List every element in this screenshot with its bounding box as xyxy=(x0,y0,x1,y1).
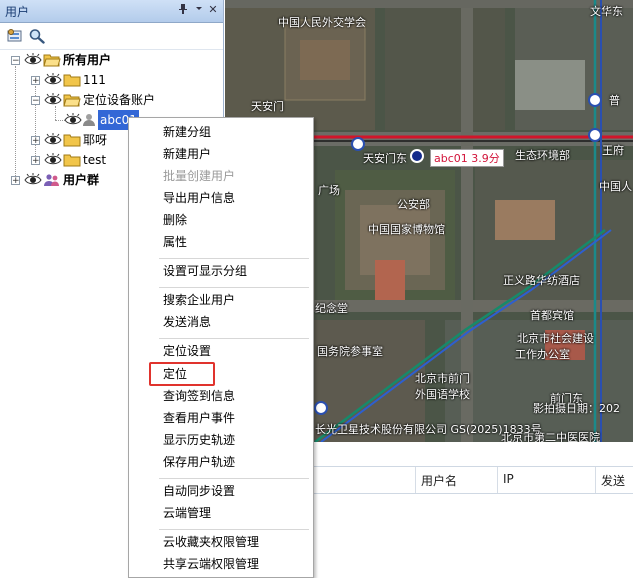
menu-item-query-checkin[interactable]: 查询签到信息 xyxy=(163,385,235,407)
folder-open-icon xyxy=(63,93,81,107)
map-label: 普 xyxy=(609,94,620,107)
column-header-send[interactable]: 发送 xyxy=(601,472,625,489)
menu-item-shared-cloud-permissions[interactable]: 共享云端权限管理 xyxy=(163,553,259,575)
user-list-icon[interactable] xyxy=(6,28,24,44)
column-header-ip[interactable]: IP xyxy=(503,472,514,486)
map-label: 王府 xyxy=(602,144,624,157)
folder-icon xyxy=(63,73,81,87)
menu-item-properties[interactable]: 属性 xyxy=(163,231,187,253)
map-label: 北京市前门 xyxy=(415,372,470,385)
folder-icon xyxy=(63,153,81,167)
menu-item-batch-create-users: 批量创建用户 xyxy=(163,169,236,183)
tree-label: 111 xyxy=(83,73,106,87)
search-icon[interactable] xyxy=(28,28,46,44)
map-label: 外国语学校 xyxy=(415,388,470,401)
tree-label: 耶呀 xyxy=(83,133,108,147)
pin-icon[interactable] xyxy=(176,3,190,17)
menu-item-cloud-favorites-permissions[interactable]: 云收藏夹权限管理 xyxy=(163,531,259,553)
menu-item-search-enterprise-users[interactable]: 搜索企业用户 xyxy=(163,289,235,311)
map-label: 天安门东 xyxy=(363,152,407,165)
tree-label: 所有用户 xyxy=(63,53,112,67)
eye-icon[interactable] xyxy=(44,153,62,167)
expand-icon[interactable]: + xyxy=(31,76,40,86)
tree-node-group[interactable]: − 定位设备账户 xyxy=(0,90,224,110)
menu-item-new-group[interactable]: 新建分组 xyxy=(163,121,211,143)
expand-icon[interactable]: + xyxy=(11,176,20,186)
map-label: 中国国家博物馆 xyxy=(368,223,445,236)
eye-icon[interactable] xyxy=(24,53,42,67)
context-menu: 新建分组 新建用户 批量创建用户 导出用户信息 删除 属性 设置可显示分组 搜索… xyxy=(128,117,314,578)
tree-node-group[interactable]: + 111 xyxy=(0,70,224,90)
menu-item-location-settings[interactable]: 定位设置 xyxy=(163,340,211,362)
eye-icon[interactable] xyxy=(44,93,62,107)
menu-item-set-visible-groups[interactable]: 设置可显示分组 xyxy=(163,260,247,282)
map-label: 北京市社会建设 xyxy=(517,332,594,345)
menu-item-new-user[interactable]: 新建用户 xyxy=(163,143,211,165)
map-label: 影拍摄日期：202 xyxy=(533,402,620,415)
expand-icon[interactable]: + xyxy=(31,156,40,166)
eye-icon[interactable] xyxy=(64,113,82,127)
folder-icon xyxy=(63,133,81,147)
map-label: 中国人 xyxy=(599,180,632,193)
map-label: 生态环境部 xyxy=(515,149,570,162)
collapse-icon[interactable]: − xyxy=(31,96,40,106)
tree-label: 定位设备账户 xyxy=(83,93,156,107)
menu-item-export-user-info[interactable]: 导出用户信息 xyxy=(163,187,235,209)
menu-item-auto-sync-settings[interactable]: 自动同步设置 xyxy=(163,480,235,502)
close-icon[interactable]: ✕ xyxy=(206,3,220,17)
map-label: 工作办公室 xyxy=(515,348,570,361)
menu-item-cloud-management[interactable]: 云端管理 xyxy=(163,502,211,524)
map-label: 首都宾馆 xyxy=(530,309,574,322)
eye-icon[interactable] xyxy=(44,133,62,147)
map-label: 正义路华纺酒店 xyxy=(503,274,580,287)
menu-item-view-user-events[interactable]: 查看用户事件 xyxy=(163,407,235,429)
map-label: 中国人民外交学会 xyxy=(278,16,366,29)
expand-icon[interactable]: + xyxy=(31,136,40,146)
menu-item-save-user-track[interactable]: 保存用户轨迹 xyxy=(163,451,235,473)
map-label: 国务院参事室 xyxy=(317,345,383,358)
panel-header: 用户 ✕ xyxy=(0,0,223,23)
map-label: 文华东 xyxy=(590,5,623,18)
folder-open-icon xyxy=(43,53,61,67)
location-marker-label[interactable]: abc01 3.9分 xyxy=(430,149,504,167)
tree-node-all-users[interactable]: − 所有用户 xyxy=(0,50,224,70)
map-attribution: 长光卫星技术股份有限公司 GS(2025)1833号 xyxy=(315,423,542,436)
menu-item-send-message[interactable]: 发送消息 xyxy=(163,311,211,333)
collapse-icon[interactable]: − xyxy=(11,56,20,66)
map-label: 纪念堂 xyxy=(315,302,348,315)
column-header-username[interactable]: 用户名 xyxy=(421,472,457,489)
map-label: 广场 xyxy=(318,184,340,197)
map-label: 天安门 xyxy=(251,100,284,113)
dropdown-icon[interactable] xyxy=(192,3,206,17)
tree-label: 用户群 xyxy=(63,173,100,187)
tree-label: test xyxy=(83,153,107,167)
eye-icon[interactable] xyxy=(44,73,62,87)
menu-item-delete[interactable]: 删除 xyxy=(163,209,187,231)
user-group-icon xyxy=(43,173,61,187)
panel-toolbar xyxy=(0,23,223,50)
menu-item-show-history-track[interactable]: 显示历史轨迹 xyxy=(163,429,235,451)
map-label: 公安部 xyxy=(397,198,430,211)
highlight-box xyxy=(149,362,215,386)
panel-title: 用户 xyxy=(5,5,30,19)
eye-icon[interactable] xyxy=(24,173,42,187)
